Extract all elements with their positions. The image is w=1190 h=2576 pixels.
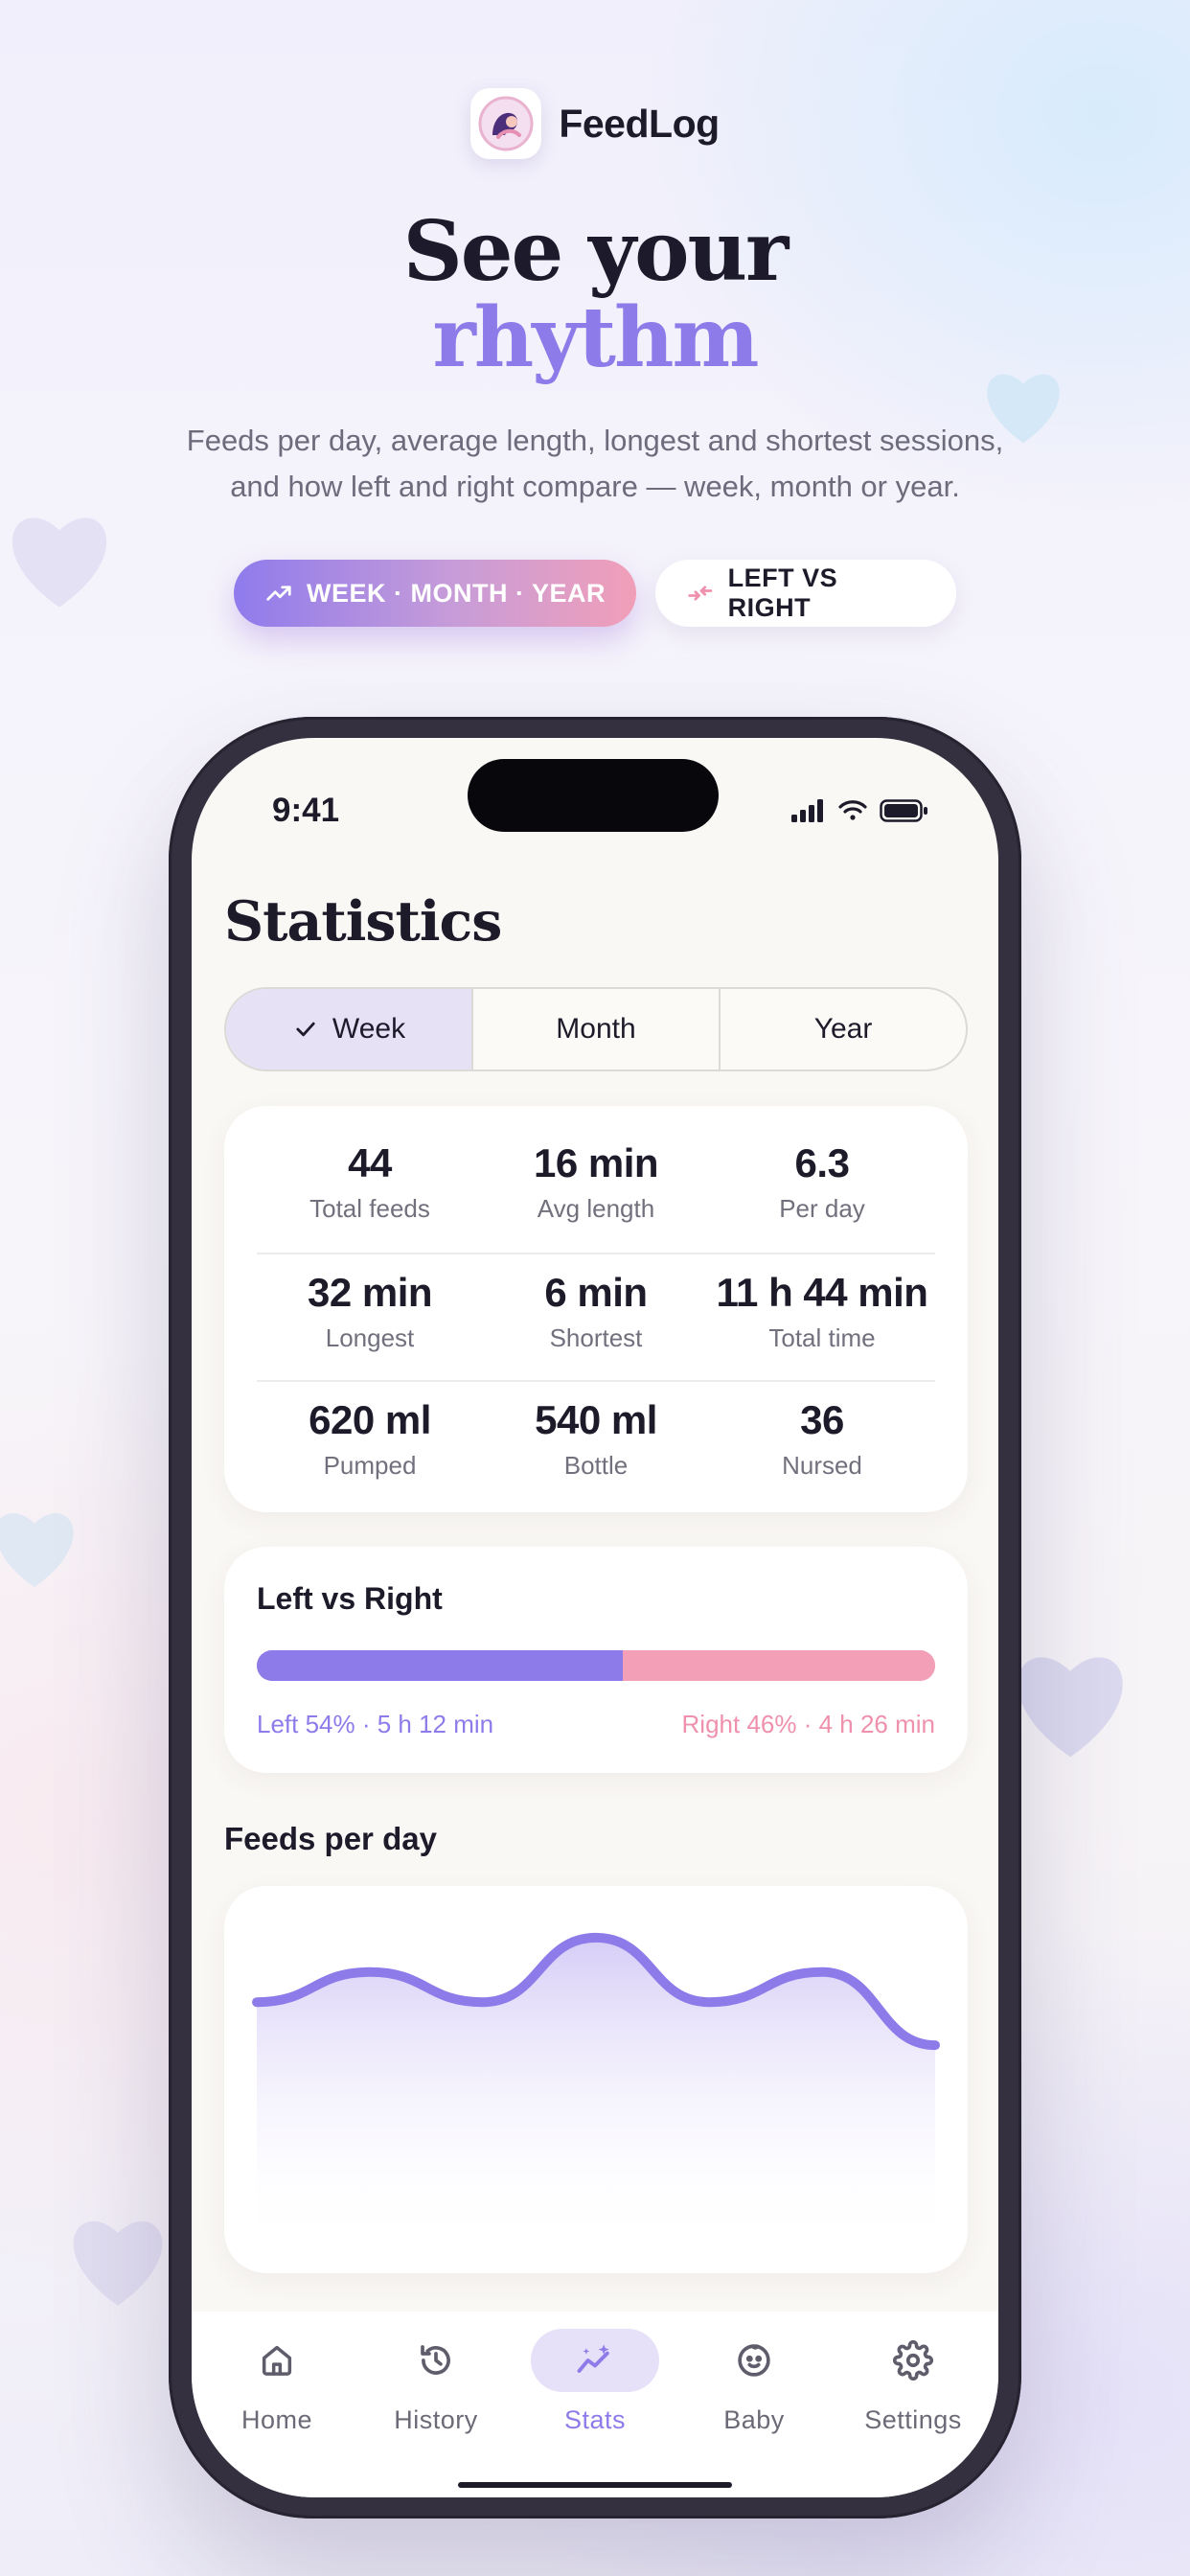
stats-row: 620 ml Pumped 540 ml Bottle 36 Nursed [257,1380,935,1506]
tab-home[interactable]: Home [197,2329,356,2435]
stat-label: Total time [768,1323,876,1352]
tab-home-label: Home [240,2405,313,2434]
home-indicator [458,2482,732,2488]
segment-week[interactable]: Week [226,989,471,1070]
app-logo-icon [470,88,542,159]
battery-icon [880,799,927,822]
stat-value: 11 h 44 min [716,1270,928,1315]
tab-baby-label: Baby [723,2405,785,2434]
brand-header: FeedLog [0,88,1190,159]
stat-nursed: 36 Nursed [709,1382,935,1506]
hero-subtitle: Feeds per day, average length, longest a… [186,424,1004,503]
stat-label: Longest [325,1323,415,1352]
stat-label: Shortest [549,1323,643,1352]
stat-avg-length: 16 min Avg length [483,1125,709,1252]
stat-label: Avg length [537,1194,655,1223]
stat-per-day: 6.3 Per day [709,1125,935,1252]
heart-decoration-icon [73,2220,163,2306]
stat-value: 620 ml [309,1397,431,1442]
stat-label: Nursed [782,1451,862,1480]
stat-value: 44 [348,1140,392,1185]
tab-stats-label: Stats [563,2405,627,2434]
hero-headline: See your rhythm [0,209,1190,381]
period-segmented-control: Week Month Year [224,987,968,1071]
tab-history-label: History [394,2405,478,2434]
feature-pills: WEEK · MONTH · YEAR LEFT VS RIGHT [0,560,1190,627]
right-share-label: Right 46% · 4 h 26 min [681,1710,935,1738]
stat-value: 6.3 [794,1140,850,1185]
home-icon [262,2345,292,2376]
phone-screen: 9:41 Statistics Week Month Year 44 Total … [192,738,998,2497]
left-vs-right-card: Left vs Right Left 54% · 5 h 12 min Righ… [224,1547,968,1773]
stat-longest: 32 min Longest [257,1254,483,1379]
left-share-fill [257,1650,624,1681]
stat-total-feeds: 44 Total feeds [257,1125,483,1252]
stats-summary-card: 44 Total feeds 16 min Avg length 6.3 Per da… [224,1106,968,1512]
app-name: FeedLog [559,101,720,146]
pill-secondary-label: LEFT VS RIGHT [727,564,838,622]
segment-month-label: Month [556,1013,636,1045]
status-time: 9:41 [272,792,340,829]
tab-history[interactable]: History [356,2329,515,2435]
check-icon [296,1022,315,1037]
signal-icon [791,799,823,822]
feeds-per-day-title: Feeds per day [224,1821,437,1856]
tab-baby[interactable]: Baby [675,2329,834,2435]
tab-stats[interactable]: Stats [515,2329,675,2435]
stat-value: 6 min [544,1270,648,1315]
segment-year[interactable]: Year [719,989,966,1070]
stat-shortest: 6 min Shortest [483,1254,709,1379]
right-share-fill [623,1650,935,1681]
tab-settings[interactable]: Settings [834,2329,993,2435]
heart-decoration-icon [1018,1657,1123,1758]
segment-week-label: Week [332,1013,406,1045]
stat-label: Total feeds [309,1194,430,1223]
stat-label: Pumped [323,1451,417,1480]
bottom-tab-bar: Home History Stats Baby Settings [192,2312,998,2497]
stat-bottle: 540 ml Bottle [483,1382,709,1506]
compare-arrows-icon [688,586,713,601]
baby-icon [738,2344,770,2377]
wifi-icon [838,800,867,820]
left-right-split-bar [257,1650,935,1681]
stats-row: 44 Total feeds 16 min Avg length 6.3 Per da… [257,1125,935,1252]
feeds-per-day-chart-card [224,1886,968,2273]
stat-value: 32 min [307,1270,433,1315]
screen-title: Statistics [224,889,502,954]
pill-left-vs-right: LEFT VS RIGHT [655,560,956,627]
pill-week-month-year: WEEK · MONTH · YEAR [234,560,636,627]
status-icons [791,799,929,822]
stat-value: 16 min [533,1140,659,1185]
left-vs-right-title: Left vs Right [257,1581,443,1616]
stats-row: 32 min Longest 6 min Shortest 11 h 44 min T… [257,1253,935,1379]
headline-line-2: rhythm [432,289,759,386]
feeds-per-day-chart [252,1932,940,2250]
headline-line-1: See your [402,203,790,300]
tab-settings-label: Settings [864,2405,962,2434]
stat-label: Per day [779,1194,865,1223]
trend-icon [266,586,291,601]
left-share-label: Left 54% · 5 h 12 min [257,1710,494,1738]
stat-value: 36 [800,1397,844,1442]
segment-year-label: Year [813,1013,873,1045]
heart-decoration-icon [0,1512,74,1588]
left-right-labels: Left 54% · 5 h 12 min Right 46% · 4 h 26… [257,1710,935,1739]
stat-total-time: 11 h 44 min Total time [709,1254,935,1379]
stat-pumped: 620 ml Pumped [257,1382,483,1506]
history-icon [421,2345,450,2375]
pill-primary-label: WEEK · MONTH · YEAR [307,578,606,608]
stats-icon [577,2344,609,2373]
phone-frame: 9:41 Statistics Week Month Year 44 Total … [169,717,1021,2518]
dynamic-island [468,759,719,832]
stat-value: 540 ml [535,1397,657,1442]
segment-month[interactable]: Month [471,989,719,1070]
chart-area-fill [257,1937,935,2250]
stat-label: Bottle [563,1451,629,1480]
settings-icon [893,2340,933,2380]
